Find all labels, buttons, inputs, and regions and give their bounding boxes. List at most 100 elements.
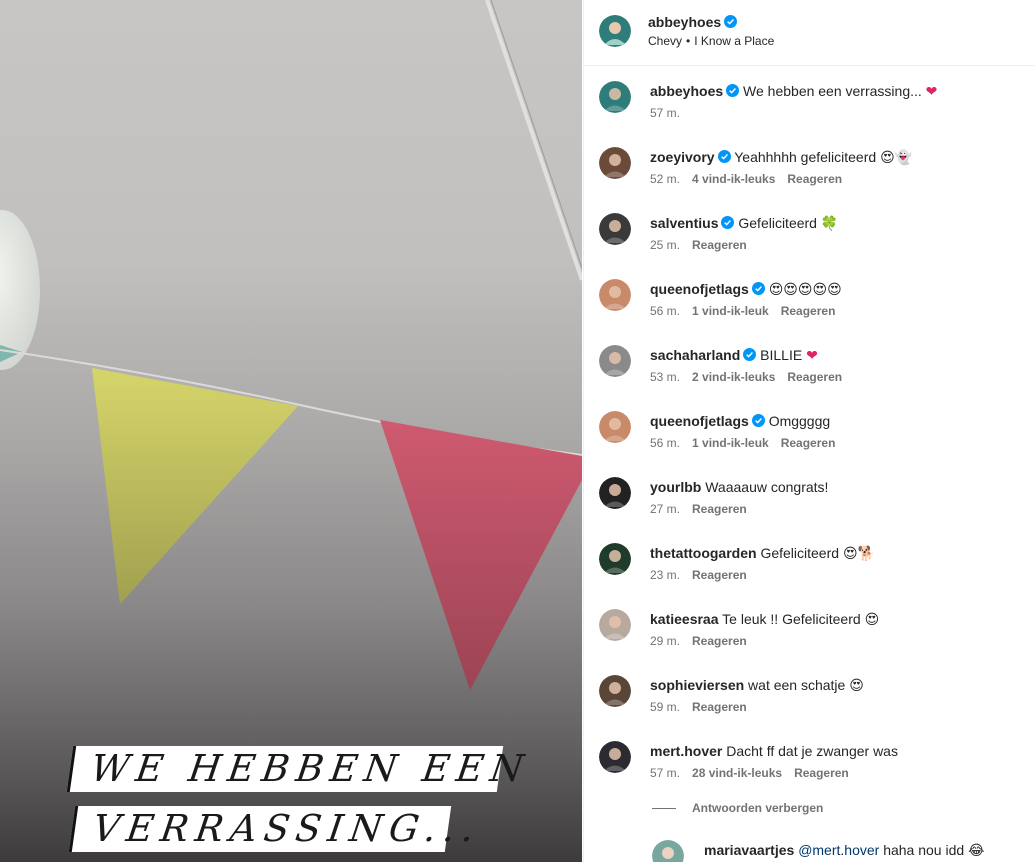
profile-photo-icon <box>599 279 631 311</box>
comment-time[interactable]: 57 m. <box>650 106 680 120</box>
comment-username[interactable]: queenofjetlags <box>650 281 749 297</box>
verified-badge-icon <box>724 15 738 28</box>
avatar[interactable] <box>599 147 631 179</box>
avatar[interactable] <box>599 345 631 377</box>
comment-meta: 29 m. Reageren <box>650 634 759 648</box>
reply-text: mariavaartjes @mert.hover haha nou idd 😂 <box>704 841 1035 860</box>
comment-message: Gefeliciteerd <box>738 215 817 231</box>
avatar[interactable] <box>599 609 631 641</box>
reply-button[interactable]: Reageren <box>692 238 747 252</box>
comment-emoji: 😍 <box>849 678 864 694</box>
comment-time[interactable]: 57 m. <box>650 766 680 780</box>
comment-meta: 56 m. 1 vind-ik-leuk Reageren <box>650 436 847 450</box>
avatar[interactable] <box>599 543 631 575</box>
comment-username[interactable]: mert.hover <box>650 743 722 759</box>
comment-meta: 25 m. Reageren <box>650 238 759 252</box>
comment-message: Dacht ff dat je zwanger was <box>726 743 898 759</box>
mention-link[interactable]: @mert.hover <box>798 842 879 858</box>
avatar[interactable] <box>599 741 631 773</box>
comment-time[interactable]: 25 m. <box>650 238 680 252</box>
reply-emoji: 😂 <box>968 843 985 859</box>
avatar[interactable] <box>599 213 631 245</box>
comment-likes[interactable]: 1 vind-ik-leuk <box>692 436 769 450</box>
comment-text: mert.hover Dacht ff dat je zwanger was <box>650 742 1010 760</box>
comment-username[interactable]: sachaharland <box>650 347 740 363</box>
reply-button[interactable]: Reageren <box>692 700 747 714</box>
profile-photo-icon <box>599 213 631 245</box>
comment-likes[interactable]: 4 vind-ik-leuks <box>692 172 775 186</box>
music-track[interactable]: I Know a Place <box>694 34 774 48</box>
comment-time[interactable]: 27 m. <box>650 502 680 516</box>
comment-meta: 27 m. Reageren <box>650 502 759 516</box>
comment-text: sachaharland BILLIE ❤ <box>650 346 1010 365</box>
story-media[interactable]: WE HEBBEN EEN VERRASSING... <box>0 0 582 862</box>
reply-button[interactable]: Reageren <box>794 766 849 780</box>
caption-line-1: WE HEBBEN EEN <box>66 746 533 792</box>
verified-badge-icon <box>743 348 757 361</box>
avatar[interactable] <box>652 840 684 862</box>
comment-emoji: 😍👻 <box>880 150 913 166</box>
verified-badge-icon <box>751 414 765 427</box>
reply-button[interactable]: Reageren <box>787 172 842 186</box>
profile-photo-icon <box>599 477 631 509</box>
comment-username[interactable]: thetattoogarden <box>650 545 757 561</box>
comment-likes[interactable]: 1 vind-ik-leuk <box>692 304 769 318</box>
avatar[interactable] <box>599 15 631 47</box>
profile-photo-icon <box>652 840 684 862</box>
reply-button[interactable]: Reageren <box>781 436 836 450</box>
comment-username[interactable]: sophieviersen <box>650 677 744 693</box>
reply-button[interactable]: Reageren <box>787 370 842 384</box>
comment-meta: 57 m. <box>650 106 692 120</box>
comment-username[interactable]: zoeyivory <box>650 149 715 165</box>
comment-time[interactable]: 56 m. <box>650 304 680 318</box>
comment-time[interactable]: 29 m. <box>650 634 680 648</box>
comment-message: Yeahhhhh gefeliciteerd <box>734 149 877 165</box>
profile-photo-icon <box>599 15 631 47</box>
comment-time[interactable]: 56 m. <box>650 436 680 450</box>
comment-username[interactable]: salventius <box>650 215 718 231</box>
comment-text: katieesraa Te leuk !! Gefeliciteerd 😍 <box>650 610 1010 629</box>
comment-message: Gefeliciteerd <box>760 545 840 561</box>
comment-text: yourlbb Waaaauw congrats! <box>650 478 1010 496</box>
balloon <box>0 210 40 370</box>
comment-emoji: 🍀 <box>820 216 839 232</box>
reply-button[interactable]: Reageren <box>692 502 747 516</box>
reply-button[interactable]: Reageren <box>692 634 747 648</box>
reply-username[interactable]: mariavaartjes <box>704 842 794 858</box>
avatar[interactable] <box>599 477 631 509</box>
header-username-row[interactable]: abbeyhoes <box>648 14 738 30</box>
comment-likes[interactable]: 2 vind-ik-leuks <box>692 370 775 384</box>
profile-photo-icon <box>599 81 631 113</box>
hide-replies-button[interactable]: Antwoorden verbergen <box>652 801 823 815</box>
reply-button[interactable]: Reageren <box>692 568 747 582</box>
music-info[interactable]: Chevy • I Know a Place <box>648 34 774 48</box>
comment-time[interactable]: 53 m. <box>650 370 680 384</box>
comment-emoji: 😍 <box>864 612 880 628</box>
comment-text: queenofjetlags Omggggg <box>650 412 1010 430</box>
comment-time[interactable]: 23 m. <box>650 568 680 582</box>
comment-username[interactable]: abbeyhoes <box>650 83 723 99</box>
avatar[interactable] <box>599 81 631 113</box>
comment-username[interactable]: katieesraa <box>650 611 719 627</box>
avatar[interactable] <box>599 411 631 443</box>
profile-photo-icon <box>599 609 631 641</box>
comment-time[interactable]: 59 m. <box>650 700 680 714</box>
reply-message: haha nou idd <box>883 842 965 858</box>
comment-emoji: 😍😍😍😍😍 <box>768 282 842 298</box>
profile-photo-icon <box>599 741 631 773</box>
comment-time[interactable]: 52 m. <box>650 172 680 186</box>
music-artist[interactable]: Chevy <box>648 34 682 48</box>
comment-message: BILLIE <box>760 347 803 363</box>
comments-panel: abbeyhoes Chevy • I Know a Place abbeyhoes… <box>583 0 1035 862</box>
avatar[interactable] <box>599 279 631 311</box>
avatar[interactable] <box>599 675 631 707</box>
comment-likes[interactable]: 28 vind-ik-leuks <box>692 766 782 780</box>
comment-text: zoeyivory Yeahhhhh gefeliciteerd 😍👻 <box>650 148 1010 167</box>
comment-username[interactable]: queenofjetlags <box>650 413 749 429</box>
comment-text: abbeyhoes We hebben een verrassing... ❤ <box>650 82 1010 101</box>
header-username[interactable]: abbeyhoes <box>648 14 721 30</box>
comment-message: Waaaauw congrats! <box>705 479 829 495</box>
comment-meta: 52 m. 4 vind-ik-leuks Reageren <box>650 172 854 186</box>
reply-button[interactable]: Reageren <box>781 304 836 318</box>
comment-username[interactable]: yourlbb <box>650 479 701 495</box>
